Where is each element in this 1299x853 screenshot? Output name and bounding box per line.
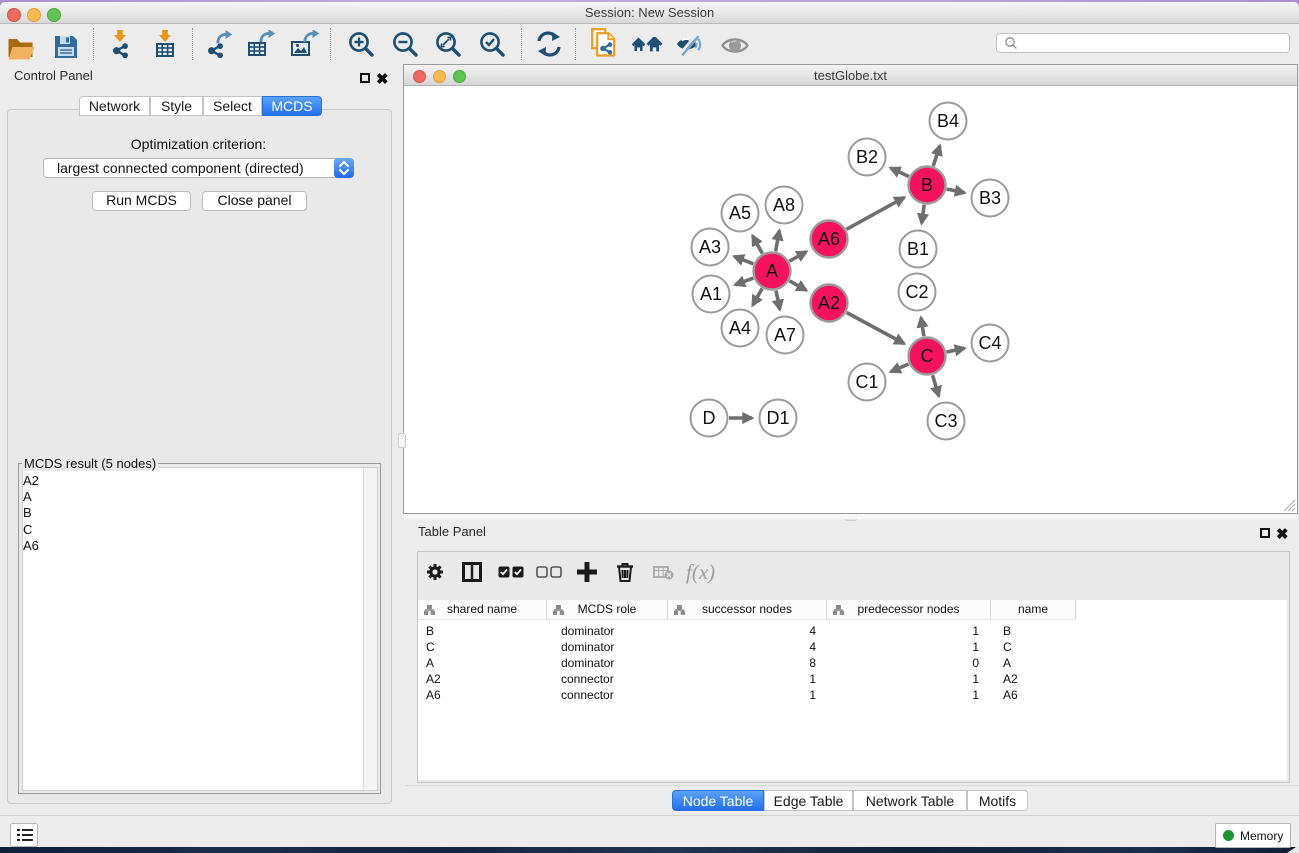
- svg-text:B: B: [921, 175, 933, 195]
- svg-text:A1: A1: [700, 284, 722, 304]
- svg-text:A2: A2: [818, 293, 840, 313]
- svg-text:B2: B2: [856, 147, 878, 167]
- svg-text:A: A: [766, 261, 778, 281]
- svg-text:A6: A6: [818, 229, 840, 249]
- svg-text:C1: C1: [855, 372, 878, 392]
- svg-text:A3: A3: [699, 237, 721, 257]
- svg-text:C3: C3: [934, 411, 957, 431]
- svg-text:B3: B3: [979, 188, 1001, 208]
- svg-text:A5: A5: [729, 203, 751, 223]
- svg-text:C2: C2: [905, 282, 928, 302]
- svg-text:A4: A4: [729, 318, 751, 338]
- svg-text:B1: B1: [907, 239, 929, 259]
- svg-text:C4: C4: [978, 333, 1001, 353]
- svg-text:D1: D1: [766, 408, 789, 428]
- svg-text:A7: A7: [774, 325, 796, 345]
- svg-text:A8: A8: [773, 195, 795, 215]
- svg-text:B4: B4: [937, 111, 959, 131]
- svg-text:C: C: [921, 346, 934, 366]
- svg-text:D: D: [703, 408, 716, 428]
